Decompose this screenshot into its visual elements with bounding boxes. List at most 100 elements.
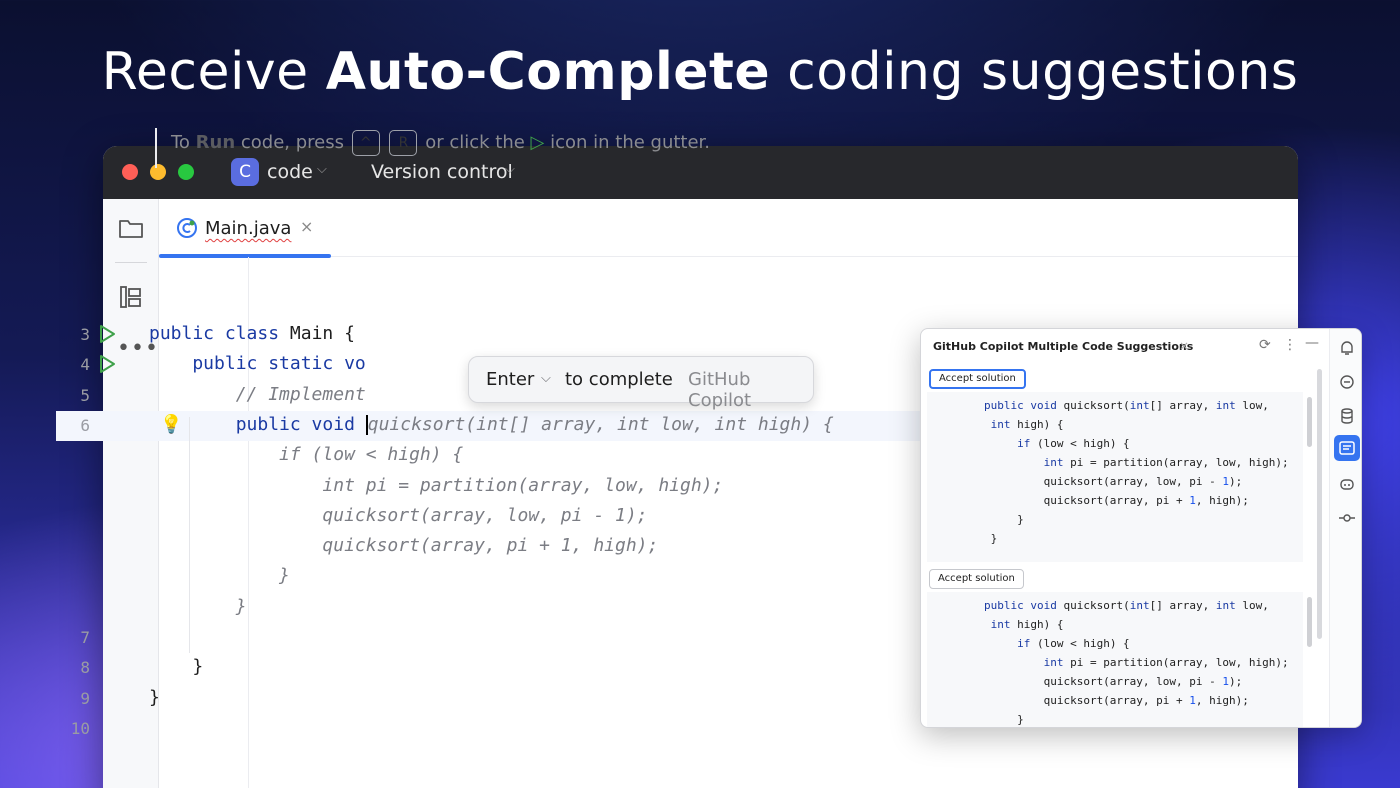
code-token: vo (344, 353, 366, 375)
hint-text: icon in the gutter. (544, 132, 711, 153)
solution-code[interactable]: public void quicksort(int[] array, int l… (927, 392, 1303, 562)
panel-title: GitHub Copilot Multiple Code Suggestions (933, 340, 1194, 353)
code-text: int pi = partition(array, low, high); (149, 475, 723, 496)
hint-text: To (171, 132, 196, 153)
run-icon[interactable] (98, 354, 116, 374)
commit-icon[interactable] (1338, 509, 1356, 527)
solution-code-line: if (low < high) { (1017, 437, 1130, 450)
solution-code-line: } (931, 532, 998, 545)
code-text: public class Main { (149, 323, 355, 344)
completion-action: to complete (565, 369, 673, 390)
close-icon[interactable]: × (1179, 339, 1189, 353)
hint-text: or click the (419, 132, 531, 153)
database-icon[interactable] (1338, 407, 1356, 425)
solution-code-line: if (low < high) { (1017, 637, 1130, 650)
java-class-icon (177, 218, 197, 238)
code-token: quicksort(array, low, pi - 1); (149, 504, 648, 526)
code-text: public void quicksort(int[] array, int l… (149, 414, 834, 435)
solution-code-line: quicksort(array, pi + 1, high); (931, 694, 1249, 707)
code-token: public void (149, 413, 366, 435)
headline-pre: Receive (101, 42, 326, 102)
tab-label: Main.java (205, 218, 292, 239)
code-text: } (149, 656, 203, 677)
solution-scrollbar[interactable] (1307, 597, 1312, 647)
right-tool-rail (1329, 329, 1361, 727)
code-text: public static vo (149, 353, 366, 375)
solution-code-line: public void quicksort(int[] array, int l… (983, 599, 1269, 612)
inline-completion-popup[interactable]: Enter ⌵ to complete GitHub Copilot (468, 356, 814, 411)
ghost-suggestion: quicksort(int[] array, int low, int high… (367, 413, 834, 435)
hint-run-word: Run (195, 132, 236, 153)
code-token: } (149, 686, 160, 708)
solution-scrollbar[interactable] (1307, 397, 1312, 447)
code-text: } (149, 565, 290, 586)
close-icon[interactable]: × (300, 217, 313, 236)
code-token: int pi = partition(array, low, high); (149, 474, 724, 496)
ctrl-key: ^ (351, 130, 380, 156)
code-text: quicksort(array, low, pi - 1); (149, 504, 648, 526)
notifications-icon[interactable] (1338, 339, 1356, 357)
code-token: public static (149, 353, 345, 375)
close-window-button[interactable] (122, 164, 138, 180)
editor-tabs: Main.java × (159, 199, 1298, 258)
code-text: if (low < high) { (149, 444, 463, 465)
tab-main-java[interactable]: Main.java × (159, 199, 331, 258)
line-number: 4 (80, 355, 90, 375)
completion-source: GitHub Copilot (688, 369, 752, 411)
headline-post: coding suggestions (770, 42, 1299, 102)
folder-icon[interactable] (117, 214, 145, 242)
copilot-suggestions-icon[interactable] (1338, 439, 1356, 457)
code-token: } (149, 595, 247, 617)
line-number: 6 (80, 415, 90, 435)
code-token: if (low < high) { (149, 444, 464, 466)
line-number: 9 (80, 688, 90, 708)
completion-key[interactable]: Enter (486, 369, 534, 390)
solution-code-line: } (931, 713, 1024, 726)
solution-code-line: int pi = partition(array, low, high); (1043, 656, 1289, 669)
solution-code-line: int high) { (990, 418, 1064, 431)
line-number: 7 (80, 628, 90, 647)
code-token: } (149, 565, 290, 587)
code-token: // Implement (149, 383, 366, 405)
solution-code-line: quicksort(array, pi + 1, high); (931, 494, 1249, 507)
line-number: 10 (70, 718, 90, 738)
indent-guide (189, 417, 190, 653)
minimize-icon[interactable]: — (1305, 335, 1319, 351)
code-text: quicksort(array, pi + 1, high); (149, 535, 658, 556)
headline-bold: Auto-Complete (325, 42, 771, 102)
hint-text: code, press (235, 132, 350, 153)
sidebar-divider (115, 262, 147, 263)
code-token: quicksort(array, pi + 1, high); (149, 535, 659, 557)
code-text: } (149, 596, 247, 617)
more-vertical-icon[interactable]: ⋮ (1283, 337, 1297, 353)
line-number: 5 (80, 385, 90, 405)
solution-code-line: } (931, 513, 1024, 526)
solution-code-line: public void quicksort(int[] array, int l… (983, 399, 1269, 412)
solution-code-line: quicksort(array, low, pi - 1); (931, 475, 1243, 488)
code-token: public class (149, 323, 290, 344)
refresh-icon[interactable]: ⟳ (1259, 337, 1271, 353)
accept-solution-button[interactable]: Accept solution (929, 569, 1024, 589)
chevron-down-icon[interactable]: ⌵ (541, 371, 551, 386)
run-icon[interactable] (98, 324, 116, 344)
headline: Receive Auto-Complete coding suggestions (0, 42, 1400, 102)
r-key: R (389, 130, 418, 156)
solution-code-line: quicksort(array, low, pi - 1); (931, 675, 1243, 688)
solution-code-line: int high) { (990, 618, 1064, 631)
structure-icon[interactable] (117, 283, 145, 311)
solution-code[interactable]: public void quicksort(int[] array, int l… (927, 592, 1303, 727)
solution-code-line: int pi = partition(array, low, high); (1043, 456, 1289, 469)
accept-solution-button[interactable]: Accept solution (929, 369, 1026, 389)
run-icon: ▷ (530, 132, 545, 153)
panel-scrollbar[interactable] (1317, 369, 1322, 639)
code-text: // Implement (149, 384, 366, 405)
copilot-suggestions-panel: GitHub Copilot Multiple Code Suggestions… (920, 328, 1362, 728)
copilot-chat-icon[interactable] (1338, 373, 1356, 391)
panel-header: GitHub Copilot Multiple Code Suggestions… (921, 329, 1329, 365)
run-hint: To Run code, press ^ R or click the ▷ ic… (155, 128, 710, 168)
copilot-icon[interactable] (1338, 475, 1356, 493)
line-number: 3 (80, 325, 90, 344)
line-number: 8 (80, 658, 90, 678)
code-token: Main { (289, 323, 355, 344)
code-token: } (149, 656, 204, 678)
